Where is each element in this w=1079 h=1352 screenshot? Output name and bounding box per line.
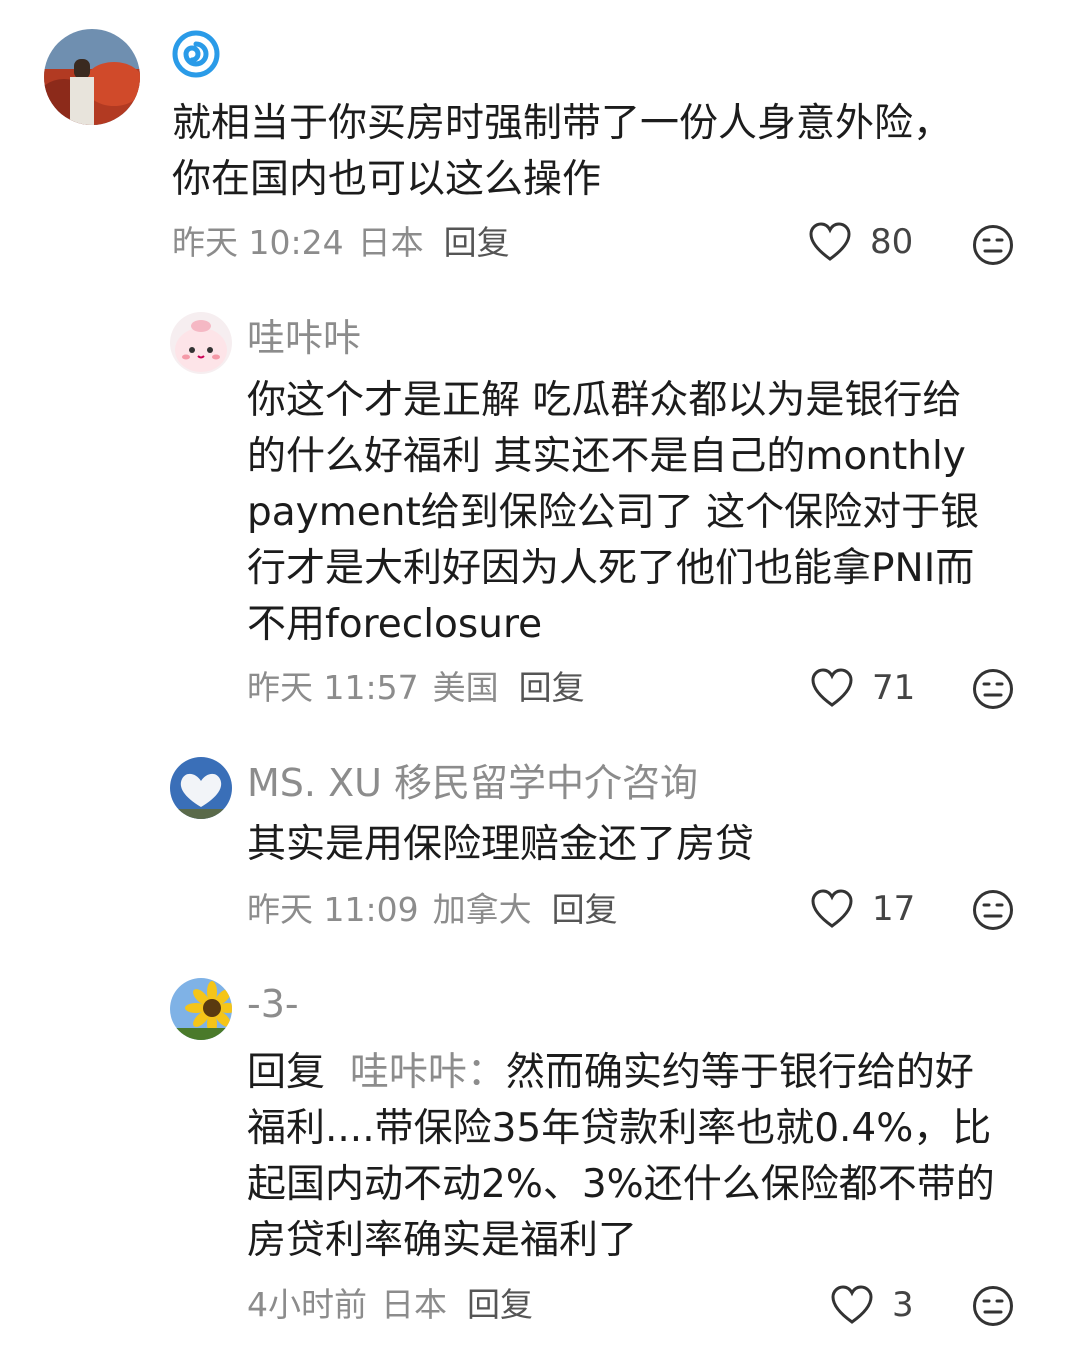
comment-line: 不用foreclosure [247, 602, 543, 647]
comment-meta: 昨天 11:09 加拿大 回复 [247, 893, 632, 926]
timestamp: 4小时前 [247, 1285, 367, 1324]
dislike-face-icon[interactable] [972, 224, 1014, 266]
avatar-photo [44, 29, 140, 125]
comment-line: 就相当于你买房时强制带了一份人身意外险， [172, 101, 953, 146]
comment-line: 房贷利率确实是福利了 [247, 1218, 638, 1263]
avatar[interactable] [170, 312, 232, 374]
location: 美国 [432, 668, 499, 707]
comment-line: payment给到保险公司了 这个保险对于银 [247, 490, 980, 535]
comment-line: 回复 哇咔咔：然而确实约等于银行给的好 [247, 1045, 1047, 1101]
timestamp: 昨天 10:24 [172, 223, 344, 262]
avatar[interactable] [44, 29, 140, 125]
comment-line: 其实是用保险理赔金还了房贷 [247, 822, 755, 867]
like-button[interactable]: 71 [810, 668, 915, 708]
reply-prefix: 回复 [247, 1050, 326, 1095]
reply-button[interactable]: 回复 [552, 890, 618, 929]
heart-icon [811, 668, 853, 707]
heart-icon [809, 222, 851, 261]
reply-button[interactable]: 回复 [444, 223, 510, 262]
comment-text: 回复 哇咔咔：然而确实约等于银行给的好 福利....带保险35年贷款利率也就0.… [247, 1045, 1047, 1269]
swirl-badge-icon [172, 30, 220, 78]
like-button[interactable]: 80 [808, 222, 913, 262]
comment-meta: 昨天 10:24 日本 回复 [172, 226, 524, 259]
comment-meta: 4小时前 日本 回复 [247, 1288, 547, 1321]
heart-icon [831, 1285, 873, 1324]
avatar-sunflower [170, 978, 232, 1040]
dislike-face-icon[interactable] [972, 668, 1014, 710]
location: 加拿大 [432, 890, 532, 929]
comment-line: 起国内动不动2%、3%还什么保险都不带的 [247, 1162, 995, 1207]
timestamp: 昨天 11:09 [247, 890, 419, 929]
comment-text: 其实是用保险理赔金还了房贷 [247, 817, 1047, 873]
avatar-cartoon [170, 312, 232, 374]
like-button[interactable]: 17 [810, 889, 915, 929]
dislike-face-icon[interactable] [972, 889, 1014, 931]
comment-meta: 昨天 11:57 美国 回复 [247, 671, 599, 704]
location: 日本 [357, 223, 424, 262]
username[interactable]: 哇咔咔 [247, 319, 361, 357]
like-count: 3 [892, 1285, 914, 1325]
heart-icon [811, 889, 853, 928]
like-count: 80 [870, 222, 914, 262]
like-count: 17 [872, 889, 916, 929]
timestamp: 昨天 11:57 [247, 668, 419, 707]
comment-line-rest: 然而确实约等于银行给的好 [505, 1050, 974, 1095]
comment-line: 福利....带保险35年贷款利率也就0.4%，比 [247, 1106, 992, 1151]
reply-button[interactable]: 回复 [519, 668, 585, 707]
comment-line: 的什么好福利 其实还不是自己的monthly [247, 434, 966, 479]
username[interactable]: MS. XU 移民留学中介咨询 [247, 764, 698, 802]
avatar-cloud [170, 757, 232, 819]
comment-line: 行才是大利好因为人死了他们也能拿PNI而 [247, 546, 975, 591]
reply-button[interactable]: 回复 [467, 1285, 533, 1324]
avatar[interactable] [170, 757, 232, 819]
comment-line: 你在国内也可以这么操作 [172, 157, 602, 202]
reply-to-user[interactable]: 哇咔咔： [350, 1050, 506, 1095]
comment-text: 你这个才是正解 吃瓜群众都以为是银行给 的什么好福利 其实还不是自己的month… [247, 373, 1047, 653]
comment-text: 就相当于你买房时强制带了一份人身意外险， 你在国内也可以这么操作 [172, 96, 1032, 208]
avatar[interactable] [170, 978, 232, 1040]
like-button[interactable]: 3 [830, 1285, 914, 1325]
dislike-face-icon[interactable] [972, 1285, 1014, 1327]
comment-line: 你这个才是正解 吃瓜群众都以为是银行给 [247, 378, 962, 423]
username[interactable]: -3- [247, 985, 299, 1023]
like-count: 71 [872, 668, 916, 708]
location: 日本 [381, 1285, 447, 1324]
